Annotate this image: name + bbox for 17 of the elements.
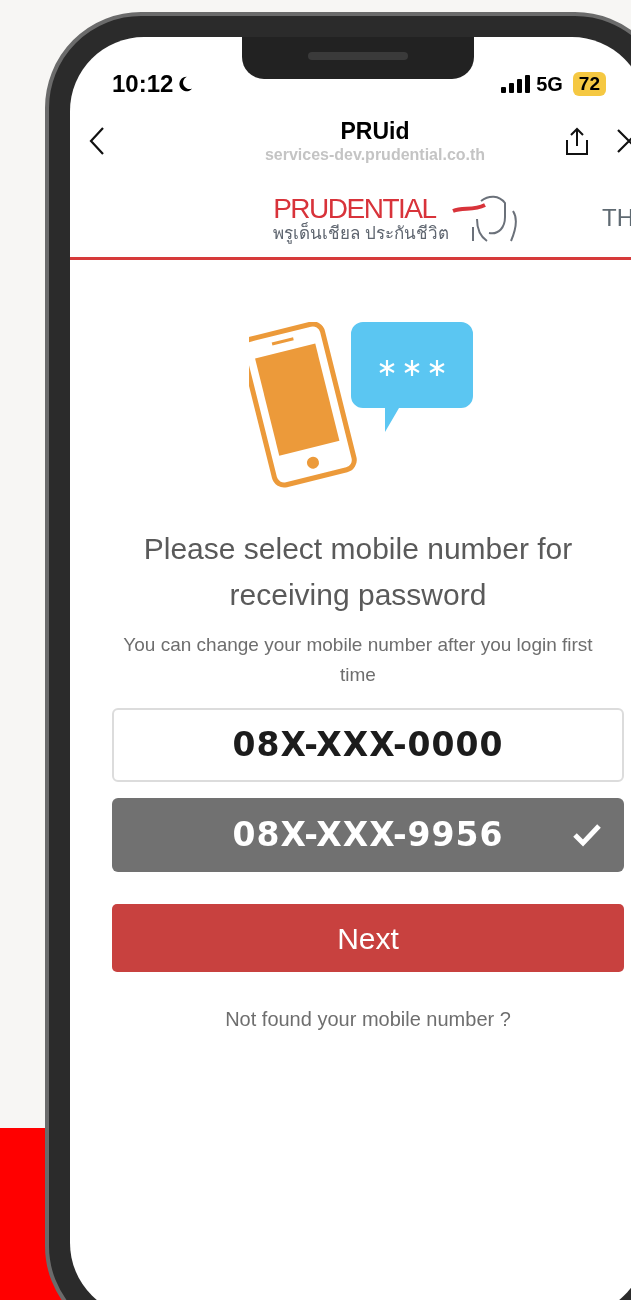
signal-icon xyxy=(500,75,531,93)
brand-thai-text: พรูเด็นเชียล ประกันชีวิต xyxy=(273,223,449,245)
battery-indicator: 72 xyxy=(572,72,606,96)
checkmark-icon xyxy=(572,823,602,847)
subtitle-text: You can change your mobile number after you login first time xyxy=(122,633,594,687)
brand-logo-text: PRUDENTIAL xyxy=(273,195,437,223)
browser-url: services-dev.prudential.co.th xyxy=(264,145,486,165)
mobile-number-option[interactable]: 08X-XXX-0000 xyxy=(112,708,624,782)
browser-title: PRUid xyxy=(340,117,410,145)
share-icon[interactable] xyxy=(564,126,590,156)
next-button[interactable]: Next xyxy=(112,904,624,972)
mobile-number-option[interactable]: 08X-XXX-9956 xyxy=(112,798,624,872)
heading-text: Please select mobile number for receiving password xyxy=(142,531,574,613)
network-label: 5G xyxy=(536,72,563,97)
help-link[interactable]: Not found your mobile number ? xyxy=(225,1004,511,1034)
clock-time: 10:12 xyxy=(112,69,174,99)
back-chevron-icon[interactable] xyxy=(88,126,106,156)
